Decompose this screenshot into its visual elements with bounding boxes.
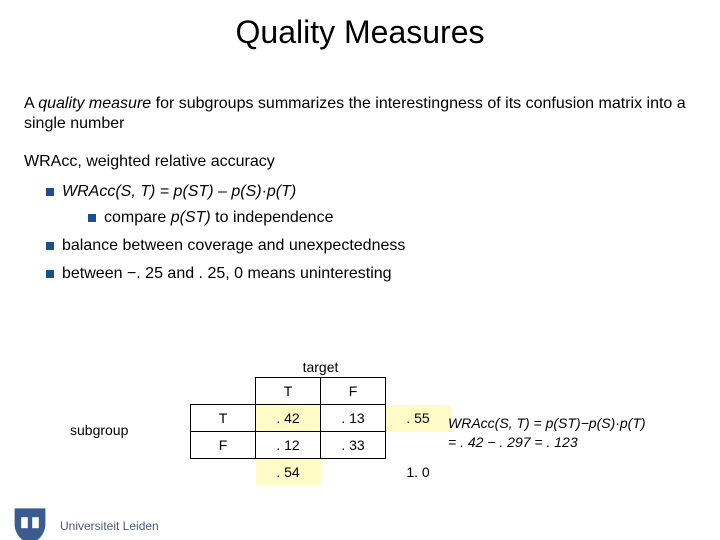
formula-prefix: WRAcc bbox=[62, 183, 115, 200]
cell-tt: . 42 bbox=[256, 405, 321, 432]
intro-term: quality measure bbox=[38, 95, 151, 112]
side-eq-line1: WRAcc(S, T) = p(ST)−p(S)·p(T) bbox=[448, 414, 646, 433]
subgroup-label: subgroup bbox=[70, 422, 128, 438]
rowsum-t: . 55 bbox=[386, 405, 451, 432]
cell-tf: . 13 bbox=[321, 405, 386, 432]
cell-ff: . 33 bbox=[321, 432, 386, 459]
side-eq-line2: = . 42 − . 297 = . 123 bbox=[448, 433, 646, 452]
row-header-t: T bbox=[191, 405, 256, 432]
intro-paragraph: A quality measure for subgroups summariz… bbox=[24, 94, 692, 134]
side-equation: WRAcc(S, T) = p(ST)−p(S)·p(T) = . 42 − .… bbox=[448, 414, 646, 452]
confusion-table: T F T . 42 . 13 . 55 F . 12 . 33 . 54 1.… bbox=[190, 377, 451, 485]
compare-pre: compare bbox=[104, 209, 171, 226]
colsum-t: . 54 bbox=[256, 459, 321, 486]
confusion-table-wrap: target T F T . 42 . 13 . 55 F . 12 . 33 … bbox=[190, 359, 451, 485]
university-name: Universiteit Leiden bbox=[60, 519, 159, 533]
wracc-heading: WRAcc, weighted relative accuracy bbox=[24, 152, 692, 172]
formula-rest: (S, T) = p(ST) – p(S)·p(T) bbox=[115, 183, 296, 200]
bullet-balance: balance between coverage and unexpectedn… bbox=[46, 236, 692, 256]
crest-icon bbox=[8, 504, 52, 540]
university-logo: Universiteit Leiden bbox=[8, 504, 159, 540]
cell-ft: . 12 bbox=[256, 432, 321, 459]
compare-p: p(ST) bbox=[171, 209, 211, 226]
bullet-formula: WRAcc(S, T) = p(ST) – p(S)·p(T) compare … bbox=[46, 182, 692, 228]
bullet-compare: compare p(ST) to independence bbox=[88, 208, 692, 228]
row-header-f: F bbox=[191, 432, 256, 459]
slide-title: Quality Measures bbox=[0, 14, 720, 51]
total: 1. 0 bbox=[386, 459, 451, 486]
compare-post: to independence bbox=[211, 209, 334, 226]
intro-pre: A bbox=[24, 95, 38, 112]
target-label: target bbox=[190, 359, 451, 375]
bullet-range: between −. 25 and . 25, 0 means unintere… bbox=[46, 264, 692, 284]
col-header-f: F bbox=[321, 378, 386, 405]
col-header-t: T bbox=[256, 378, 321, 405]
